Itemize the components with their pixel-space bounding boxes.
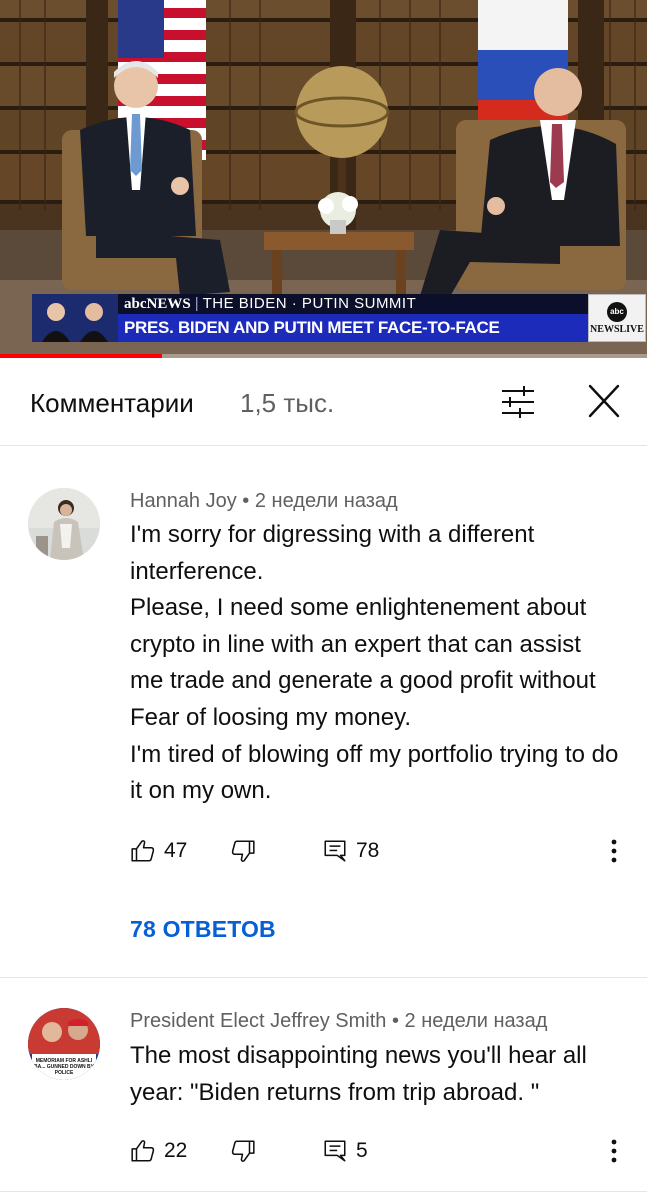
like-button[interactable]: 22: [130, 1136, 187, 1166]
dislike-button[interactable]: [230, 1136, 256, 1166]
view-replies-link[interactable]: 78 ОТВЕТОВ: [130, 916, 276, 943]
lower-third-headline: PRES. BIDEN AND PUTIN MEET FACE-TO-FACE: [118, 314, 588, 342]
comment-actions: 22 5: [130, 1136, 630, 1166]
comment-author[interactable]: President Elect Jeffrey Smith: [130, 1010, 386, 1032]
summit-title: THE BIDEN · PUTIN SUMMIT: [202, 295, 417, 312]
comment-author[interactable]: Hannah Joy: [130, 490, 237, 512]
abc-logo-text: abc: [607, 301, 627, 322]
comment-line: I'm tired of blowing off my portfolio tr…: [130, 740, 619, 805]
reply-button[interactable]: 78: [322, 836, 379, 866]
thumbs-down-icon: [231, 1140, 255, 1162]
news-lower-third: abcNEWS | THE BIDEN · PUTIN SUMMIT PRES. B…: [32, 294, 646, 342]
more-options-button[interactable]: [602, 836, 626, 866]
like-count: 47: [164, 839, 188, 862]
comment-meta: President Elect Jeffrey Smith • 2 недели…: [130, 1010, 548, 1032]
reply-count: 78: [356, 839, 380, 862]
close-icon: [588, 384, 620, 418]
reply-count: 5: [356, 1139, 368, 1162]
sliders-icon: [502, 386, 534, 418]
like-count: 22: [164, 1139, 188, 1162]
more-vert-icon: [611, 1139, 617, 1163]
comment-text: The most disappointing news you'll hear …: [130, 1038, 620, 1111]
video-player[interactable]: abcNEWS | THE BIDEN · PUTIN SUMMIT PRES. B…: [0, 0, 647, 358]
dislike-button[interactable]: [230, 836, 256, 866]
thumbs-down-icon: [231, 840, 255, 862]
comment-line: The most disappointing news you'll hear …: [130, 1042, 587, 1106]
close-button[interactable]: [582, 382, 626, 422]
comment-text: I'm sorry for digressing with a differen…: [130, 517, 620, 810]
comment-time: 2 недели назад: [254, 490, 398, 512]
comment-line: I'm sorry for digressing with a differen…: [130, 521, 535, 585]
avatar[interactable]: [28, 488, 100, 560]
comment-item: MEMORIAM FOR ASHLI BA... GUNNED DOWN BY …: [0, 996, 647, 1192]
thumbs-up-icon: [131, 840, 155, 862]
comment-item: Hannah Joy • 2 недели назад I'm sorry fo…: [0, 462, 647, 978]
news-live-text: NEWSLIVE: [590, 323, 644, 335]
abc-news-live-logo: abc NEWSLIVE: [588, 294, 646, 342]
more-vert-icon: [611, 839, 617, 863]
reply-button[interactable]: 5: [322, 1136, 368, 1166]
comment-actions: 47 78: [130, 836, 630, 866]
avatar-caption: MEMORIAM FOR ASHLI BA... GUNNED DOWN BY …: [34, 1058, 94, 1076]
abc-news-brand: abcNEWS: [124, 296, 191, 312]
comments-header: Комментарии 1,5 тыс.: [0, 358, 647, 446]
avatar[interactable]: MEMORIAM FOR ASHLI BA... GUNNED DOWN BY …: [28, 1008, 100, 1080]
more-options-button[interactable]: [602, 1136, 626, 1166]
comment-meta: Hannah Joy • 2 недели назад: [130, 490, 398, 512]
comment-line: Please, I need some enlightenement about…: [130, 594, 596, 731]
comment-icon: [324, 1140, 346, 1162]
sort-button[interactable]: [496, 382, 540, 422]
lower-third-show: abcNEWS | THE BIDEN · PUTIN SUMMIT: [118, 294, 588, 314]
thumbs-up-icon: [131, 1140, 155, 1162]
lower-third-thumbnail: [32, 294, 118, 342]
comments-title: Комментарии: [30, 388, 194, 418]
like-button[interactable]: 47: [130, 836, 187, 866]
comment-time: 2 недели назад: [404, 1010, 548, 1032]
comment-icon: [324, 840, 346, 862]
comments-count: 1,5 тыс.: [240, 388, 335, 418]
